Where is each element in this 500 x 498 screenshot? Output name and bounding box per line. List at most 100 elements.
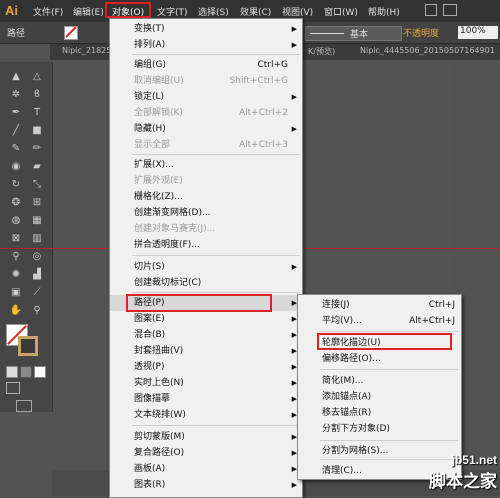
shape-builder-icon[interactable]: ◍ <box>7 214 25 228</box>
path-submenu-item[interactable]: 添加锚点(A) <box>298 389 461 405</box>
menu-item-label: 扩展外观(E) <box>134 176 183 186</box>
object-menu-item[interactable]: 拼合透明度(F)... <box>110 237 302 253</box>
type-icon[interactable]: T <box>28 106 46 120</box>
eyedropper-icon[interactable]: ⚲ <box>7 250 25 264</box>
object-menu-item[interactable]: 编组(G) Ctrl+G <box>110 57 302 73</box>
menu-item-label: 实时上色(N) <box>134 378 184 388</box>
object-menu-item[interactable]: 扩展(X)... <box>110 157 302 173</box>
menu-type[interactable]: 文字(T) <box>157 5 188 18</box>
hand-icon[interactable]: ✋ <box>7 304 25 318</box>
menu-item-label: 平均(V)... <box>322 316 362 326</box>
menu-help[interactable]: 帮助(H) <box>368 5 400 18</box>
menu-item-label: 分割为网格(S)... <box>322 446 389 456</box>
menu-separator <box>132 425 300 426</box>
object-menu-item[interactable]: 剪切蒙版(M) ▶ <box>110 429 302 445</box>
arrange-documents-icon[interactable] <box>443 4 457 16</box>
rotate-icon[interactable]: ↻ <box>7 178 25 192</box>
opacity-label[interactable]: 不透明度 <box>403 26 439 39</box>
stroke-style-select[interactable]: 基本 <box>305 26 402 41</box>
pencil-icon[interactable]: ✏ <box>28 142 46 156</box>
color-mode-icon[interactable] <box>6 366 18 378</box>
draw-mode-icon[interactable] <box>6 382 20 394</box>
object-menu-item[interactable]: 创建渐变网格(D)... <box>110 205 302 221</box>
perspective-grid-icon[interactable]: ▦ <box>28 214 46 228</box>
object-menu-item[interactable]: 复合路径(O) ▶ <box>110 445 302 461</box>
path-submenu-item[interactable]: 移去锚点(R) <box>298 405 461 421</box>
object-menu-item[interactable]: 图案(E) ▶ <box>110 311 302 327</box>
menu-window[interactable]: 窗口(W) <box>324 5 358 18</box>
menu-item-label: 图案(E) <box>134 314 165 324</box>
menu-item-shortcut: Alt+Ctrl+3 <box>238 140 288 150</box>
symbol-sprayer-icon[interactable]: ✺ <box>7 268 25 282</box>
object-menu-item[interactable]: 锁定(L) ▶ <box>110 89 302 105</box>
submenu-arrow-icon: ▶ <box>291 41 297 49</box>
object-menu-item[interactable]: 透视(P) ▶ <box>110 359 302 375</box>
menu-item-label: 编组(G) <box>134 60 166 70</box>
menu-item-label: 图表(R) <box>134 480 166 490</box>
object-menu-item[interactable]: 切片(S) ▶ <box>110 259 302 275</box>
path-item-highlight <box>126 294 272 312</box>
blob-brush-icon[interactable]: ◉ <box>7 160 25 174</box>
line-icon[interactable]: ╱ <box>7 124 25 138</box>
object-menu-item[interactable]: 混合(B) ▶ <box>110 327 302 343</box>
mesh-icon[interactable]: ⊠ <box>7 232 25 246</box>
path-submenu-item[interactable]: 简化(M)... <box>298 373 461 389</box>
path-submenu-item[interactable]: 分割下方对象(D) <box>298 421 461 437</box>
warp-icon[interactable]: ❂ <box>7 196 25 210</box>
column-graph-icon[interactable]: ▟ <box>28 268 46 282</box>
path-submenu-item[interactable]: 连接(J) Ctrl+J <box>298 297 461 313</box>
direct-selection-icon[interactable]: △ <box>28 70 46 84</box>
gradient-icon[interactable]: ▥ <box>28 232 46 246</box>
menu-effect[interactable]: 效果(C) <box>240 5 271 18</box>
free-transform-icon[interactable]: ⊞ <box>28 196 46 210</box>
menu-file[interactable]: 文件(F) <box>33 5 63 18</box>
doc-tab-2[interactable]: Nipic_4445506_20150507164901 <box>360 46 495 55</box>
object-menu-item[interactable]: 变换(T) ▶ <box>110 21 302 37</box>
object-menu-item[interactable]: 创建裁切标记(C) <box>110 275 302 291</box>
menu-view[interactable]: 视图(V) <box>282 5 313 18</box>
zoom-icon[interactable]: ⚲ <box>28 304 46 318</box>
path-submenu-item[interactable]: 平均(V)... Alt+Ctrl+J <box>298 313 461 329</box>
selection-icon[interactable]: ▲ <box>7 70 25 84</box>
object-menu-item[interactable]: 图表(R) ▶ <box>110 477 302 493</box>
doc-tab-1[interactable]: Nipic_21825 <box>62 46 111 55</box>
blend-icon[interactable]: ◎ <box>28 250 46 264</box>
object-menu-item[interactable]: 栅格化(Z)... <box>110 189 302 205</box>
object-menu-item[interactable]: 实时上色(N) ▶ <box>110 375 302 391</box>
object-menu-item[interactable]: 文本绕排(W) ▶ <box>110 407 302 423</box>
object-menu-item: 创建对象马赛克(J)... <box>110 221 302 237</box>
object-menu-item[interactable]: 封套扭曲(V) ▶ <box>110 343 302 359</box>
rectangle-icon[interactable]: ■ <box>28 124 46 138</box>
menu-select[interactable]: 选择(S) <box>198 5 229 18</box>
stroke-color-swatch[interactable] <box>18 336 38 356</box>
artboard-icon[interactable]: ▣ <box>7 286 25 300</box>
object-menu-item: 取消编组(U) Shift+Ctrl+G <box>110 73 302 89</box>
menu-item-label: 文本绕排(W) <box>134 410 186 420</box>
eraser-icon[interactable]: ▰ <box>28 160 46 174</box>
menu-edit[interactable]: 编辑(E) <box>73 5 104 18</box>
scale-icon[interactable]: ⤡ <box>28 178 46 192</box>
menu-item-label: 添加锚点(A) <box>322 392 372 402</box>
pen-icon[interactable]: ✒ <box>7 106 25 120</box>
none-mode-icon[interactable] <box>34 366 46 378</box>
menu-item-label: 图像描摹 <box>134 394 171 404</box>
path-submenu-item[interactable]: 偏移路径(O)... <box>298 351 461 367</box>
slice-icon[interactable]: ⟋ <box>28 286 46 300</box>
menu-item-label: 创建对象马赛克(J)... <box>134 224 216 234</box>
screen-mode-icon[interactable] <box>16 400 32 412</box>
menu-separator <box>320 440 458 441</box>
lasso-icon[interactable]: ϐ <box>28 88 46 102</box>
object-menu-item[interactable]: 隐藏(H) ▶ <box>110 121 302 137</box>
menu-item-label: 连接(J) <box>322 300 350 310</box>
paintbrush-icon[interactable]: ✎ <box>7 142 25 156</box>
gradient-mode-icon[interactable] <box>20 366 32 378</box>
magic-wand-icon[interactable]: ✲ <box>7 88 25 102</box>
object-menu-item[interactable]: 排列(A) ▶ <box>110 37 302 53</box>
object-menu-item[interactable]: 图像描摹 ▶ <box>110 391 302 407</box>
tools-panel: ▲ △ ✲ ϐ ✒ T ╱ ■ ✎ ✏ ◉ ▰ ↻ ⤡ ❂ ⊞ ◍ ▦ ⊠ ▥ … <box>0 62 53 412</box>
opacity-field[interactable]: 100% <box>458 26 498 39</box>
object-menu-item[interactable]: 画板(A) ▶ <box>110 461 302 477</box>
workspace-icon[interactable] <box>425 4 437 16</box>
watermark: jb51.net 脚本之家 <box>429 453 497 492</box>
menu-item-label: 创建渐变网格(D)... <box>134 208 211 218</box>
